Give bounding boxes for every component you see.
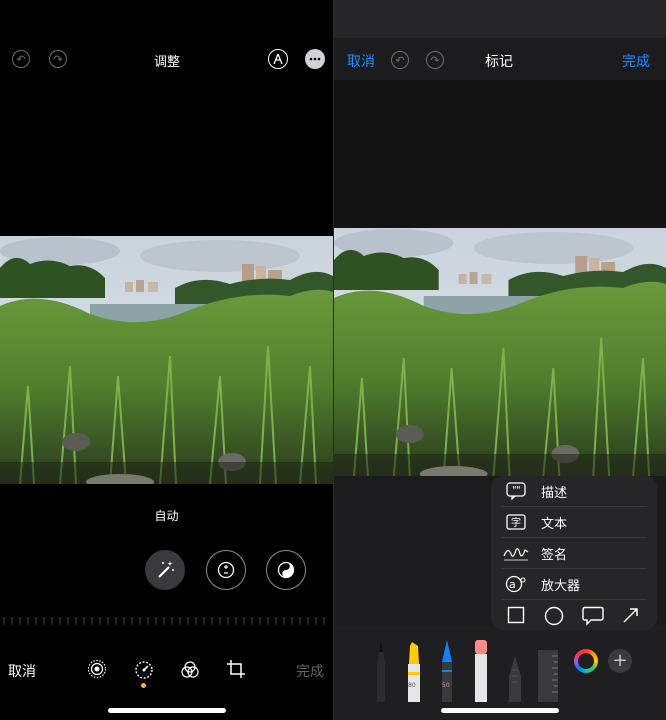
active-tool-indicator — [141, 683, 146, 688]
cancel-button[interactable]: 取消 — [8, 661, 36, 681]
menu-item-label: 签名 — [541, 547, 568, 563]
brilliance-button[interactable] — [266, 550, 306, 590]
svg-text:": " — [516, 485, 521, 496]
pencil-tool[interactable] — [438, 636, 456, 702]
live-photo-icon[interactable] — [87, 659, 107, 679]
highlighter-tool[interactable] — [405, 636, 423, 702]
page-title: 标记 — [485, 54, 513, 70]
markup-toolbar: 80 50 + — [334, 626, 666, 720]
markup-pen-icon[interactable] — [268, 49, 288, 69]
markup-add-menu: " " 描述 字 文本 签名 a 放大器 — [491, 476, 657, 630]
exposure-button[interactable] — [206, 550, 246, 590]
menu-item-description[interactable]: " " 描述 — [491, 476, 657, 506]
speech-bubble-icon[interactable] — [582, 606, 604, 626]
undo-icon[interactable]: ↶ — [12, 50, 30, 68]
redo-icon[interactable]: ↷ — [426, 51, 444, 69]
ruler-tool[interactable] — [537, 636, 559, 702]
adjust-slider[interactable] — [0, 614, 333, 628]
home-indicator — [108, 708, 226, 713]
more-options-icon[interactable] — [305, 49, 325, 69]
color-picker-icon[interactable] — [574, 649, 598, 673]
crop-rotate-icon[interactable] — [226, 659, 246, 679]
markup-header: 取消 ↶ ↷ 标记 完成 — [334, 0, 666, 80]
done-button[interactable]: 完成 — [622, 51, 650, 71]
exposure-icon — [217, 561, 235, 579]
menu-item-label: 文本 — [541, 516, 568, 532]
magic-wand-icon — [158, 561, 174, 578]
menu-item-label: 描述 — [541, 485, 568, 501]
magnifier-icon: a — [503, 575, 529, 593]
adjust-pane: ↶ ↷ 调整 自动 取消 完成 — [0, 0, 333, 720]
eraser-tool[interactable] — [472, 636, 490, 702]
done-button[interactable]: 完成 — [296, 661, 324, 681]
home-indicator — [441, 708, 559, 713]
menu-item-label: 放大器 — [541, 578, 581, 594]
adjust-dial-icon[interactable] — [133, 659, 155, 681]
add-icon[interactable]: + — [608, 649, 632, 673]
arrow-icon[interactable] — [622, 606, 640, 624]
undo-icon[interactable]: ↶ — [391, 51, 409, 69]
text-box-icon: 字 — [503, 513, 529, 531]
photo-preview — [334, 228, 666, 476]
menu-item-signature[interactable]: 签名 — [491, 538, 657, 568]
signature-icon — [503, 544, 529, 562]
highlighter-size: 80 — [408, 682, 416, 689]
square-icon[interactable] — [507, 606, 525, 624]
shape-row — [491, 600, 657, 630]
svg-text:a: a — [509, 578, 516, 591]
status-area — [334, 0, 666, 38]
yin-yang-icon — [277, 561, 295, 579]
menu-item-magnifier[interactable]: a 放大器 — [491, 569, 657, 599]
circle-icon[interactable] — [544, 606, 564, 626]
quote-bubble-icon: " " — [503, 482, 529, 500]
markup-pane: 取消 ↶ ↷ 标记 完成 80 50 + " " 描述 字 文本 签名 a 放大… — [334, 0, 666, 720]
redo-icon[interactable]: ↷ — [49, 50, 67, 68]
auto-enhance-button[interactable] — [145, 550, 185, 590]
filters-icon[interactable] — [180, 660, 200, 680]
page-title: 调整 — [154, 55, 181, 70]
photo-preview — [0, 236, 333, 484]
lasso-tool[interactable] — [506, 636, 524, 702]
adjust-mode-label: 自动 — [154, 509, 179, 523]
menu-item-text[interactable]: 字 文本 — [491, 507, 657, 537]
pencil-size: 50 — [442, 682, 450, 689]
svg-text:字: 字 — [511, 516, 521, 529]
pen-tool[interactable] — [372, 636, 390, 702]
cancel-button[interactable]: 取消 — [347, 51, 375, 71]
